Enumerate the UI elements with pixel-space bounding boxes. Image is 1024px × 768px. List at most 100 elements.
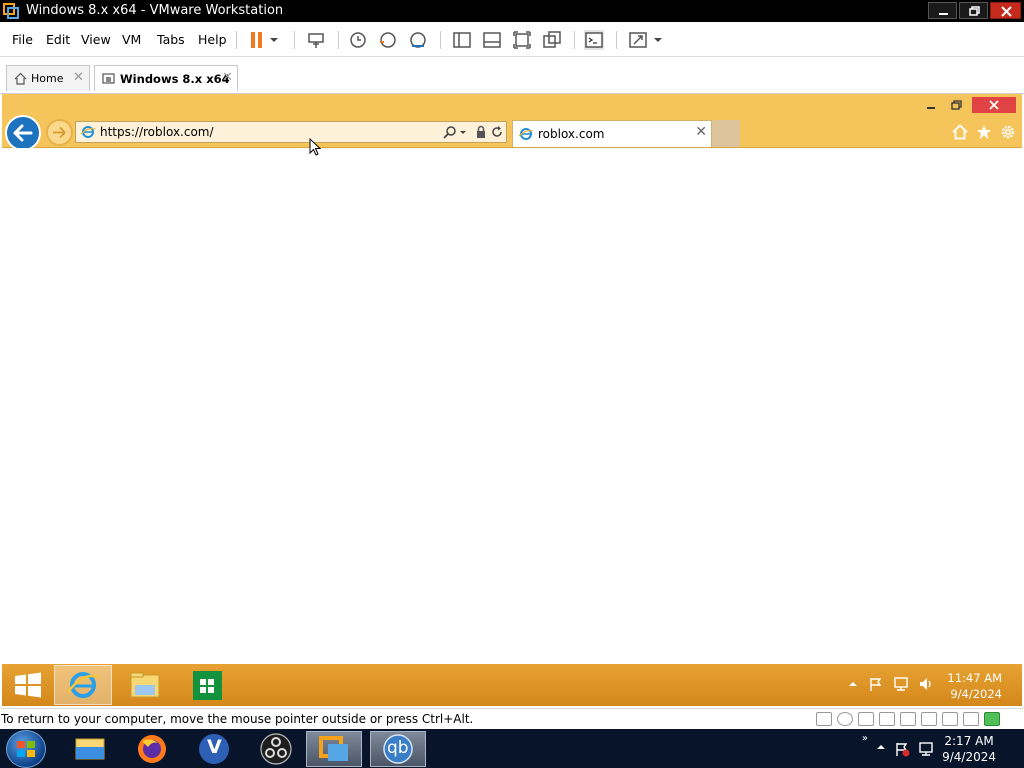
taskbar-file-explorer[interactable] <box>116 665 174 705</box>
library-icon[interactable] <box>452 30 472 50</box>
taskbar-store[interactable] <box>178 665 236 705</box>
chevron-down-icon[interactable] <box>458 125 468 139</box>
windows-logo-icon <box>17 741 35 757</box>
lock-icon[interactable] <box>474 125 488 139</box>
minimize-button[interactable] <box>928 2 957 19</box>
folder-icon <box>130 672 160 698</box>
sound-card-icon[interactable] <box>942 712 958 726</box>
mouse-cursor-icon <box>309 138 321 156</box>
menu-file[interactable]: File <box>12 32 33 47</box>
show-hidden-icons-icon[interactable] <box>847 676 859 692</box>
tab-close-icon[interactable]: ✕ <box>222 70 233 85</box>
guest-clock[interactable]: 11:47 AM 9/4/2024 <box>947 670 1002 702</box>
console-view-icon[interactable] <box>584 30 604 50</box>
ie-restore-button[interactable] <box>946 97 968 113</box>
address-bar[interactable]: https://roblox.com/ <box>75 121 507 143</box>
stretch-guest-icon[interactable] <box>628 30 648 50</box>
vmware-workstation-icon <box>319 736 348 761</box>
tab-home[interactable]: Home ✕ <box>6 65 90 91</box>
screen: Windows 8.x x64 - VMware Workstation Fil… <box>0 0 1024 768</box>
tab-windows-8x-x64[interactable]: Windows 8.x x64 ✕ <box>94 65 238 91</box>
menu-help[interactable]: Help <box>198 32 227 47</box>
ie-tab-roblox[interactable]: roblox.com ✕ <box>512 120 712 147</box>
search-icon[interactable] <box>443 125 457 139</box>
home-icon[interactable] <box>952 124 968 140</box>
favorites-star-icon[interactable] <box>976 124 992 140</box>
qbittorrent-letters: qb <box>387 738 409 758</box>
host-taskbar-obs[interactable] <box>248 731 304 767</box>
windows-start-icon[interactable] <box>14 672 42 698</box>
toolbar-separator <box>338 31 339 49</box>
pause-icon[interactable] <box>248 30 268 50</box>
network-icon[interactable] <box>918 741 934 757</box>
restore-button[interactable] <box>959 2 988 19</box>
full-screen-icon[interactable] <box>512 30 532 50</box>
tray-up-arrow-icon[interactable] <box>876 741 886 753</box>
volume-icon[interactable] <box>918 676 934 692</box>
ie-close-button[interactable] <box>972 97 1016 113</box>
network-icon[interactable] <box>893 676 909 692</box>
menu-view[interactable]: View <box>81 32 111 47</box>
menu-edit[interactable]: Edit <box>46 32 70 47</box>
firefox-icon <box>138 735 166 763</box>
vmware-tab-strip: Home ✕ Windows 8.x x64 ✕ <box>0 57 1024 94</box>
taskbar-internet-explorer[interactable] <box>54 665 112 705</box>
network-adapter-icon[interactable] <box>879 712 895 726</box>
toolbar-separator <box>574 31 575 49</box>
cd-dvd-icon[interactable] <box>837 712 853 726</box>
guest-clock-date: 9/4/2024 <box>950 687 1002 701</box>
back-button[interactable] <box>5 115 41 151</box>
display-icon[interactable] <box>963 712 979 726</box>
menu-tabs[interactable]: Tabs <box>157 32 185 47</box>
action-center-flag-icon[interactable] <box>868 676 884 692</box>
new-tab-button[interactable] <box>712 120 740 147</box>
ie-minimize-button[interactable] <box>920 97 942 113</box>
chevron-down-icon[interactable] <box>652 30 664 50</box>
close-icon <box>989 100 999 110</box>
host-taskbar-explorer[interactable] <box>62 731 118 767</box>
vivaldi-letter: V <box>207 736 222 758</box>
message-log-icon[interactable] <box>984 712 1000 726</box>
send-ctrl-alt-del-icon[interactable] <box>306 30 326 50</box>
host-start-orb-icon[interactable] <box>6 730 46 768</box>
tab-vm-label: Windows 8.x x64 <box>120 72 230 86</box>
toolbar-separator <box>294 31 295 49</box>
usb-controller-icon[interactable] <box>900 712 916 726</box>
address-url: https://roblox.com/ <box>100 125 214 139</box>
web-page-content[interactable] <box>2 148 1022 664</box>
window-title: Windows 8.x x64 - VMware Workstation <box>26 3 284 18</box>
thumbnail-bar-icon[interactable] <box>482 30 502 50</box>
floppy-icon[interactable] <box>858 712 874 726</box>
tab-home-label: Home <box>31 72 64 85</box>
chevron-down-icon[interactable] <box>268 30 280 50</box>
tab-close-icon[interactable]: ✕ <box>695 124 707 140</box>
forward-button[interactable] <box>46 119 73 146</box>
guest-clock-time: 11:47 AM <box>947 671 1002 685</box>
show-hidden-icons-icon[interactable]: » <box>862 733 868 749</box>
host-taskbar-firefox[interactable] <box>124 731 180 767</box>
snapshot-manager-icon[interactable] <box>408 30 428 50</box>
store-icon <box>193 671 222 700</box>
unity-icon[interactable] <box>542 30 562 50</box>
home-icon <box>14 72 27 85</box>
refresh-icon[interactable] <box>490 125 504 139</box>
ie-page-icon <box>519 128 533 140</box>
close-icon <box>1001 6 1012 17</box>
gear-icon[interactable] <box>1000 124 1016 140</box>
minimize-icon <box>939 13 948 15</box>
printer-icon[interactable] <box>921 712 937 726</box>
host-taskbar-vmware[interactable] <box>306 731 362 767</box>
tab-close-icon[interactable]: ✕ <box>73 70 84 85</box>
hard-disk-icon[interactable] <box>816 712 832 726</box>
host-taskbar-qbittorrent[interactable]: qb <box>370 731 426 767</box>
snapshot-icon[interactable] <box>348 30 368 50</box>
host-clock-date: 9/4/2024 <box>942 750 996 764</box>
minimize-icon <box>927 107 935 109</box>
host-taskbar-vivaldi[interactable]: V <box>186 731 242 767</box>
toolbar-separator <box>440 31 441 49</box>
close-button[interactable] <box>990 2 1021 19</box>
action-center-flag-icon[interactable] <box>894 741 910 757</box>
menu-vm[interactable]: VM <box>122 32 141 47</box>
revert-snapshot-icon[interactable] <box>378 30 398 50</box>
host-clock[interactable]: 2:17 AM 9/4/2024 <box>942 733 996 765</box>
